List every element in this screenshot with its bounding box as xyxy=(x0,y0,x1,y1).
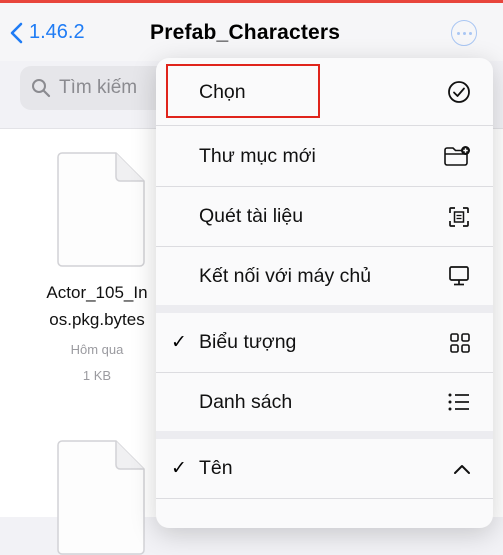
chevron-left-icon xyxy=(10,22,23,43)
menu-item-sort-name[interactable]: ✓ Tên xyxy=(156,439,493,498)
folder-add-icon xyxy=(443,145,471,167)
menu-item-label: Danh sách xyxy=(199,390,293,413)
menu-item-label: Biểu tượng xyxy=(199,331,297,353)
back-label: 1.46.2 xyxy=(29,21,85,43)
checkmark-icon: ✓ xyxy=(171,332,187,353)
menu-item-icons-view[interactable]: ✓ Biểu tượng xyxy=(156,313,493,372)
menu-item-label: Tên xyxy=(199,457,233,479)
file-date: Hôm qua xyxy=(70,342,124,357)
search-placeholder: Tìm kiếm xyxy=(59,77,138,98)
menu-item-label: Quét tài liệu xyxy=(199,205,304,227)
section-gap xyxy=(156,431,493,439)
document-icon[interactable] xyxy=(56,440,145,555)
grid-view-icon xyxy=(449,332,471,354)
highlight-box xyxy=(166,64,320,118)
more-dot-icon xyxy=(462,31,466,35)
search-icon xyxy=(32,79,51,98)
page-title: Prefab_Characters xyxy=(150,21,341,44)
chevron-up-icon xyxy=(453,463,471,475)
file-name-line: Actor_105_In xyxy=(46,283,148,302)
more-dot-icon xyxy=(456,31,460,35)
menu-item-label: Thư mục mới xyxy=(199,144,316,167)
more-dot-icon xyxy=(468,31,472,35)
list-view-icon xyxy=(447,392,471,412)
divider xyxy=(156,498,493,499)
section-gap xyxy=(156,305,493,313)
server-display-icon xyxy=(447,264,471,288)
menu-item-scan-documents[interactable]: Quét tài liệu xyxy=(156,187,493,246)
menu-item-new-folder[interactable]: Thư mục mới xyxy=(156,126,493,186)
checkmark-icon: ✓ xyxy=(171,458,187,479)
file-size: 1 KB xyxy=(82,368,112,383)
more-button[interactable] xyxy=(451,20,477,46)
menu-item-connect-server[interactable]: Kết nối với máy chủ xyxy=(156,247,493,305)
checkmark-circle-icon xyxy=(447,80,471,104)
document-icon[interactable] xyxy=(56,152,145,267)
back-button[interactable]: 1.46.2 xyxy=(10,21,85,44)
file-name-line: os.pkg.bytes xyxy=(49,310,145,329)
context-menu: Chọn Thư mục mới Quét tài liệu Kết nối v… xyxy=(156,58,493,528)
navigation-bar: 1.46.2 Prefab_Characters xyxy=(0,3,503,61)
menu-item-list-view[interactable]: Danh sách xyxy=(156,373,493,431)
file-name[interactable]: Actor_105_In os.pkg.bytes xyxy=(36,279,158,333)
menu-item-label: Kết nối với máy chủ xyxy=(199,264,372,287)
document-scan-icon xyxy=(447,205,471,229)
